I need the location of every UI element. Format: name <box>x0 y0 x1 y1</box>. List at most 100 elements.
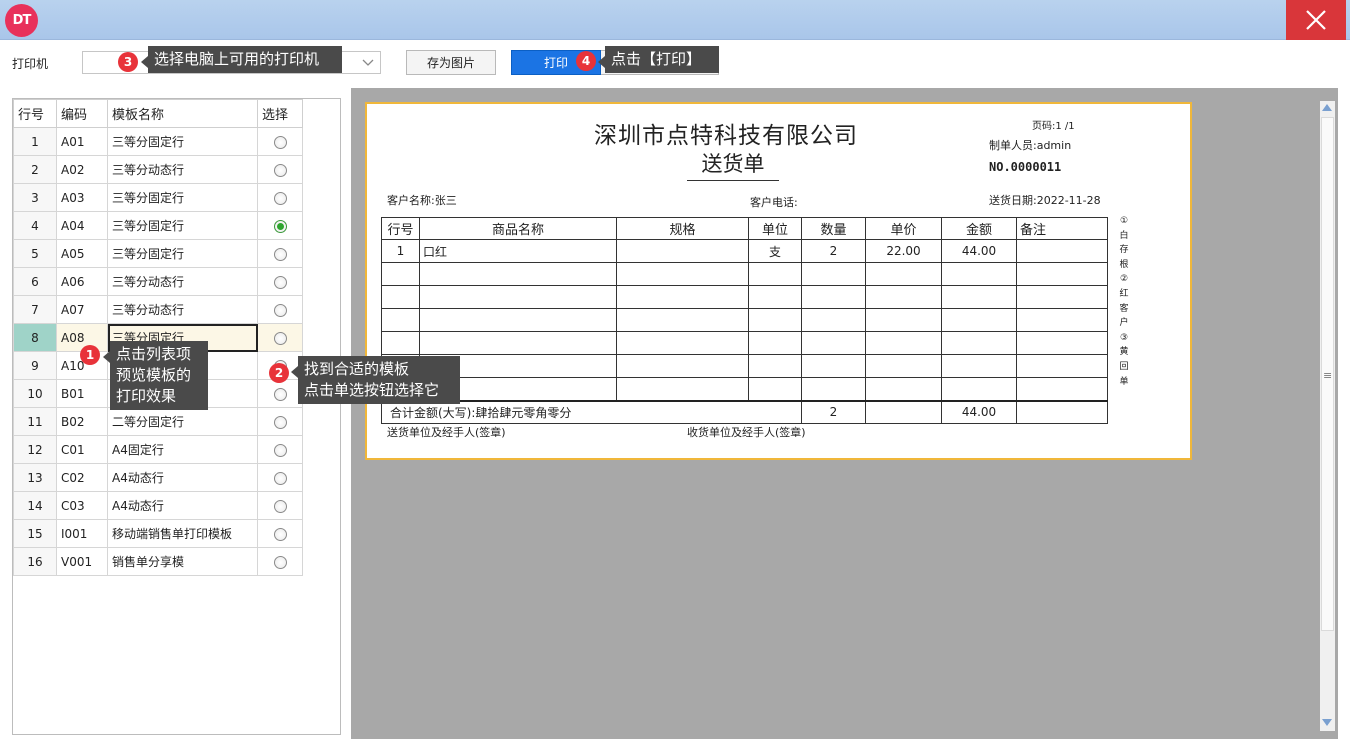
row-number: 4 <box>13 211 57 240</box>
row-number: 7 <box>13 295 57 324</box>
item-amount <box>941 308 1017 332</box>
item-price <box>865 262 942 286</box>
document-number: NO.0000011 <box>989 160 1062 174</box>
item-unit <box>748 262 802 286</box>
template-code: B02 <box>56 407 108 436</box>
scroll-down-icon[interactable] <box>1322 719 1332 726</box>
copy-note-char: 白 <box>1119 230 1129 241</box>
template-name: A4固定行 <box>107 435 258 464</box>
template-radio[interactable] <box>273 219 287 233</box>
column-header[interactable]: 编码 <box>56 99 108 128</box>
template-radio[interactable] <box>273 303 287 317</box>
items-column-header: 商品名称 <box>419 217 617 240</box>
item-amount <box>941 285 1017 309</box>
template-select-cell <box>257 127 303 156</box>
copy-note-char: 客 <box>1119 303 1129 314</box>
template-radio[interactable] <box>273 135 287 149</box>
template-radio[interactable] <box>273 331 287 345</box>
template-code: C01 <box>56 435 108 464</box>
template-row[interactable]: 4 A04 三等分固定行 <box>13 211 303 240</box>
item-name: 口红 <box>419 239 617 263</box>
scroll-up-icon[interactable] <box>1322 104 1332 111</box>
item-price <box>865 285 942 309</box>
copy-note-char: 户 <box>1119 318 1129 329</box>
copy-note: ① 白存根 ② 红客户 ③ 黄回单 <box>1117 214 1131 389</box>
template-radio[interactable] <box>273 247 287 261</box>
item-qty: 2 <box>801 239 866 263</box>
column-header[interactable]: 模板名称 <box>107 99 258 128</box>
item-spec <box>616 239 749 263</box>
item-no <box>381 285 420 309</box>
save-image-button[interactable]: 存为图片 <box>406 50 496 75</box>
item-price <box>865 331 942 355</box>
template-name: 三等分动态行 <box>107 267 258 296</box>
print-preview-paper: 深圳市点特科技有限公司 送货单 页码:1 /1 制单人员:admin NO.00… <box>365 102 1192 460</box>
template-row[interactable]: 14 C03 A4动态行 <box>13 491 303 520</box>
template-code: V001 <box>56 547 108 576</box>
item-note <box>1016 354 1108 378</box>
template-select-cell <box>257 519 303 548</box>
item-qty <box>801 377 866 401</box>
template-row[interactable]: 12 C01 A4固定行 <box>13 435 303 464</box>
item-no <box>381 262 420 286</box>
template-radio[interactable] <box>273 415 287 429</box>
template-row[interactable]: 13 C02 A4动态行 <box>13 463 303 492</box>
template-select-cell <box>257 323 303 352</box>
items-column-header: 备注 <box>1016 217 1108 240</box>
title-bar: DT <box>0 0 1350 40</box>
column-header[interactable]: 行号 <box>13 99 57 128</box>
template-row[interactable]: 1 A01 三等分固定行 <box>13 127 303 156</box>
item-price: 22.00 <box>865 239 942 263</box>
total-qty: 2 <box>801 399 866 424</box>
template-row[interactable]: 11 B02 二等分固定行 <box>13 407 303 436</box>
template-radio[interactable] <box>273 387 287 401</box>
template-row[interactable]: 5 A05 三等分固定行 <box>13 239 303 268</box>
template-row[interactable]: 7 A07 三等分动态行 <box>13 295 303 324</box>
callout-tip-2: 找到合适的模板 点击单选按钮选择它 <box>291 356 460 404</box>
app-logo: DT <box>5 4 38 37</box>
template-select-cell <box>257 491 303 520</box>
template-select-cell <box>257 211 303 240</box>
template-radio[interactable] <box>273 443 287 457</box>
item-amount <box>941 262 1017 286</box>
item-spec <box>616 354 749 378</box>
template-radio[interactable] <box>273 275 287 289</box>
callout-badge-3: 3 <box>118 52 138 72</box>
template-radio[interactable] <box>273 163 287 177</box>
grip-icon: ≡ <box>1323 369 1333 382</box>
close-icon <box>1306 10 1326 30</box>
template-radio[interactable] <box>273 471 287 485</box>
copy-note-char: 红 <box>1119 288 1129 299</box>
copy-note-char: ② <box>1119 274 1129 285</box>
item-unit: 支 <box>748 239 802 263</box>
sender-signature: 送货单位及经手人(签章) <box>387 426 506 439</box>
close-button[interactable] <box>1286 0 1346 40</box>
item-note <box>1016 377 1108 401</box>
row-number: 14 <box>13 491 57 520</box>
item-qty <box>801 354 866 378</box>
item-unit <box>748 308 802 332</box>
template-row[interactable]: 2 A02 三等分动态行 <box>13 155 303 184</box>
callout-tip-4: 点击【打印】 <box>598 46 719 73</box>
row-number: 9 <box>13 351 57 380</box>
item-row <box>381 377 1108 401</box>
template-radio[interactable] <box>273 499 287 513</box>
template-name: A4动态行 <box>107 463 258 492</box>
template-radio[interactable] <box>273 527 287 541</box>
copy-note-char: 单 <box>1119 376 1129 387</box>
template-code: A03 <box>56 183 108 212</box>
item-no: 1 <box>381 239 420 263</box>
template-radio[interactable] <box>273 555 287 569</box>
template-row[interactable]: 16 V001 销售单分享模 <box>13 547 303 576</box>
template-radio[interactable] <box>273 191 287 205</box>
column-header[interactable]: 选择 <box>257 99 303 128</box>
callout-badge-1: 1 <box>80 345 100 365</box>
item-note <box>1016 262 1108 286</box>
item-note <box>1016 285 1108 309</box>
template-row[interactable]: 6 A06 三等分动态行 <box>13 267 303 296</box>
preview-scrollbar[interactable]: ≡ <box>1320 101 1335 731</box>
template-row[interactable]: 3 A03 三等分固定行 <box>13 183 303 212</box>
template-row[interactable]: 15 I001 移动端销售单打印模板 <box>13 519 303 548</box>
maker-info: 制单人员:admin <box>989 139 1072 152</box>
customer-name: 客户名称:张三 <box>387 194 457 207</box>
